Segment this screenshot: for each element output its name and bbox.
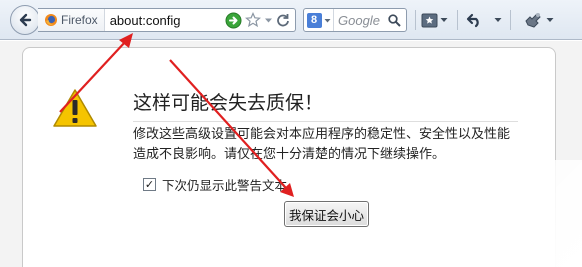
navigation-toolbar: Firefox about:config 8 Google [0, 0, 582, 40]
reload-button[interactable] [276, 13, 290, 27]
search-engine-selector[interactable]: 8 [304, 9, 334, 31]
show-warning-checkbox[interactable]: ✓ [143, 178, 156, 191]
url-bar[interactable]: Firefox about:config [38, 8, 296, 32]
back-arrow-icon [19, 13, 32, 27]
warning-message: 修改这些高级设置可能会对本应用程序的稳定性、安全性以及性能造成不良影响。请仅在您… [133, 127, 511, 162]
warning-triangle-icon [53, 89, 97, 127]
warning-title: 这样可能会失去质保！ [133, 88, 518, 122]
history-dropdown[interactable] [494, 10, 502, 30]
toolbar-separator [510, 10, 511, 30]
show-warning-checkbox-label: 下次仍显示此警告文本 [162, 178, 288, 193]
toolbar-separator [415, 10, 416, 30]
bookmark-star-button[interactable] [245, 12, 261, 28]
chevron-down-icon [440, 18, 448, 22]
i-will-be-careful-button[interactable]: 我保证会小心 [284, 201, 369, 227]
chevron-down-icon [324, 18, 330, 22]
identity-label: Firefox [61, 13, 98, 27]
chevron-down-icon [494, 18, 502, 22]
search-input[interactable]: Google [338, 13, 388, 28]
addons-button[interactable] [524, 10, 554, 30]
chevron-down-icon [265, 18, 272, 22]
history-back-button[interactable] [466, 10, 483, 30]
url-history-dropdown[interactable] [264, 16, 273, 25]
reload-icon [277, 14, 289, 27]
go-arrow-icon [225, 12, 242, 28]
google-search-engine-icon: 8 [306, 12, 322, 28]
toolbar-separator [457, 10, 458, 30]
firefox-logo-icon [45, 14, 57, 26]
bookmark-star-icon [245, 12, 261, 28]
search-bar[interactable]: 8 Google [303, 8, 407, 32]
history-back-icon [466, 13, 479, 27]
search-icon [388, 13, 401, 27]
show-warning-checkbox-row[interactable]: ✓ 下次仍显示此警告文本 [143, 175, 287, 194]
bookmarks-menu-button[interactable] [421, 10, 448, 30]
url-text[interactable]: about:config [110, 13, 225, 28]
site-identity-button[interactable]: Firefox [38, 9, 105, 31]
chevron-down-icon [546, 18, 554, 22]
warning-icon-container [52, 88, 98, 132]
addons-icon [525, 13, 541, 28]
back-button[interactable] [10, 5, 40, 35]
bookmarks-menu-icon [421, 13, 438, 27]
go-button[interactable] [225, 12, 242, 29]
search-button[interactable] [388, 13, 406, 27]
